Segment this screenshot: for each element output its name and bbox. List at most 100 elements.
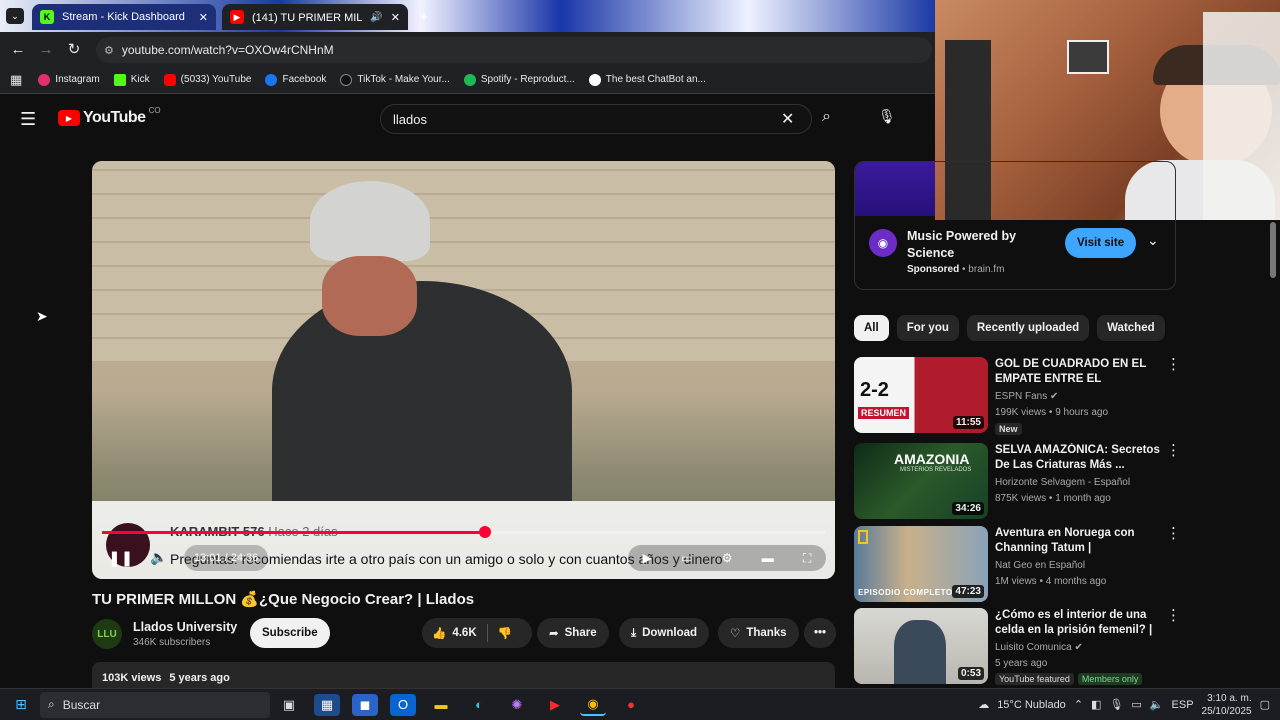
pause-icon[interactable]: ❚❚ xyxy=(108,549,133,567)
search-placeholder: Buscar xyxy=(62,697,101,712)
like-count[interactable]: 4.6K xyxy=(452,627,476,639)
chevron-down-icon[interactable]: ⌄ xyxy=(1147,232,1159,249)
network-icon[interactable]: ▭ xyxy=(1131,698,1141,711)
tray-app-icon[interactable]: ◧ xyxy=(1091,698,1101,711)
tab-close-icon[interactable]: ✕ xyxy=(199,11,208,24)
windows-start-icon[interactable]: ⊞ xyxy=(8,694,34,716)
new-tab-button[interactable]: + xyxy=(414,7,434,27)
ad-card[interactable]: ◉ Music Powered by Science Sponsored • b… xyxy=(854,161,1176,290)
notification-icon[interactable]: ▢ xyxy=(1260,698,1270,711)
bookmark-facebook[interactable]: Facebook xyxy=(265,73,326,86)
video-player[interactable]: KARAMBIT 576 Hace 2 días Preguntas: reco… xyxy=(92,161,835,579)
more-vert-icon[interactable]: ⋮ xyxy=(1166,526,1181,541)
tab-close-icon[interactable]: ✕ xyxy=(391,11,400,24)
video-title: TU PRIMER MILLON 💰¿Que Negocio Crear? | … xyxy=(92,591,475,608)
bookmark-spotify[interactable]: Spotify - Reproduct... xyxy=(463,73,575,86)
dislike-icon[interactable]: 👎 xyxy=(498,626,512,640)
hamburger-menu-icon[interactable]: ☰ xyxy=(20,110,36,128)
chip-all[interactable]: All xyxy=(854,315,889,341)
video-thumbnail[interactable]: 2-2 RESUMEN 11:55 xyxy=(854,357,988,433)
teams-icon[interactable]: ▦ xyxy=(314,693,340,716)
recommendation-title: ¿Cómo es el interior de una celda en la … xyxy=(995,609,1153,636)
volume-icon[interactable]: 🔈 xyxy=(1150,698,1164,711)
copilot-icon[interactable]: ✺ xyxy=(504,694,530,716)
store-icon[interactable]: ◼ xyxy=(352,693,378,716)
volume-icon[interactable]: 🔈 xyxy=(150,549,167,566)
instagram-icon xyxy=(38,73,51,86)
bookmark-label: Kick xyxy=(130,74,150,85)
reload-button[interactable]: ↻ xyxy=(60,35,88,63)
subscribe-button[interactable]: Subscribe xyxy=(250,618,330,648)
duration-badge: 11:55 xyxy=(952,416,984,429)
weather-icon[interactable]: ☁ xyxy=(978,698,989,711)
obs-icon[interactable]: ● xyxy=(618,694,644,716)
chip-for-you[interactable]: For you xyxy=(896,315,959,341)
speaker-icon[interactable]: 🔊 xyxy=(370,12,382,23)
forward-button[interactable]: → xyxy=(32,35,60,63)
chip-recently-uploaded[interactable]: Recently uploaded xyxy=(966,315,1090,341)
search-icon[interactable]: ⌕ xyxy=(822,108,831,126)
outlook-icon[interactable]: O xyxy=(390,693,416,716)
captions-icon[interactable]: ▭ xyxy=(681,551,692,565)
bookmark-chatbot[interactable]: The best ChatBot an... xyxy=(588,73,706,86)
back-button[interactable]: ← xyxy=(4,35,32,63)
settings-icon[interactable]: ⚙ xyxy=(722,551,733,565)
bookmark-tiktok[interactable]: TikTok - Make Your... xyxy=(340,73,450,86)
bookmark-youtube[interactable]: (5033) YouTube xyxy=(163,73,251,86)
file-explorer-icon[interactable]: ▬ xyxy=(428,694,454,716)
recommendation-item[interactable]: AMAZONIA MISTERIOS REVELADOS 34:26 SELVA… xyxy=(854,443,1184,521)
like-icon[interactable]: 👍 xyxy=(432,626,446,640)
recommendation-item[interactable]: EPISODIO COMPLETO 47:23 Aventura en Noru… xyxy=(854,526,1184,604)
video-progress-bar[interactable] xyxy=(102,526,825,538)
more-actions-button[interactable]: ••• xyxy=(804,618,836,648)
taskbar-search[interactable]: ⌕ Buscar xyxy=(40,691,270,718)
microphone-icon[interactable]: 🎙 xyxy=(1109,698,1123,711)
tab-search-button[interactable]: ⌄ xyxy=(6,8,24,24)
fullscreen-icon[interactable]: ⛶ xyxy=(803,551,811,566)
thumbnail-text: 2-2 xyxy=(860,379,889,401)
video-thumbnail[interactable]: EPISODIO COMPLETO 47:23 xyxy=(854,526,988,602)
language-indicator[interactable]: ESP xyxy=(1172,699,1194,711)
theater-mode-icon[interactable]: ▬ xyxy=(762,551,774,565)
video-thumbnail[interactable]: AMAZONIA MISTERIOS REVELADOS 34:26 xyxy=(854,443,988,519)
more-vert-icon[interactable]: ⋮ xyxy=(1166,357,1181,372)
microphone-icon[interactable]: 🎙 xyxy=(878,108,896,125)
thumbnail-subtext: EPISODIO COMPLETO xyxy=(858,588,953,597)
more-vert-icon[interactable]: ⋮ xyxy=(1166,608,1181,623)
page-scrollbar[interactable] xyxy=(1270,222,1276,278)
video-thumbnail[interactable]: 0:53 xyxy=(854,608,988,684)
upload-age: 5 years ago xyxy=(169,672,230,684)
clock[interactable]: 3:10 a. m. 25/10/2025 xyxy=(1202,692,1252,718)
channel-avatar[interactable]: LLU xyxy=(92,619,122,649)
tab-kick-dashboard[interactable]: K Stream - Kick Dashboard ✕ xyxy=(32,4,216,30)
chevron-up-icon[interactable]: ⌃ xyxy=(1074,698,1083,711)
chip-watched[interactable]: Watched xyxy=(1097,315,1165,341)
visit-site-button[interactable]: Visit site xyxy=(1065,228,1137,258)
apps-grid-icon[interactable]: ▦ xyxy=(10,72,22,88)
youtube-logo[interactable]: ▶ YouTube CO xyxy=(58,106,161,127)
channel-name[interactable]: Llados University xyxy=(133,620,237,634)
search-input[interactable]: llados xyxy=(393,112,781,127)
bookmark-instagram[interactable]: Instagram xyxy=(38,73,100,86)
autoplay-icon[interactable]: ▶ xyxy=(643,551,652,565)
description-box[interactable]: 103K views 5 years ago xyxy=(92,662,835,688)
recommendation-item[interactable]: 0:53 ¿Cómo es el interior de una celda e… xyxy=(854,608,1184,686)
more-dots-icon: ••• xyxy=(813,627,827,639)
site-info-icon[interactable]: ⚙ xyxy=(104,44,114,57)
recommendation-item[interactable]: 2-2 RESUMEN 11:55 GOL DE CUADRADO EN EL … xyxy=(854,357,1184,435)
search-bar[interactable]: llados ✕ xyxy=(380,104,812,134)
tab-youtube-video[interactable]: ▶ (141) TU PRIMER MILLON 💰 🔊 ✕ xyxy=(222,4,408,30)
youtube-app-icon[interactable]: ▶ xyxy=(542,694,568,716)
more-vert-icon[interactable]: ⋮ xyxy=(1166,443,1181,458)
bookmark-kick[interactable]: Kick xyxy=(113,73,150,86)
bookmark-label: TikTok - Make Your... xyxy=(357,74,450,85)
thanks-button[interactable]: ♡ Thanks xyxy=(718,618,799,648)
download-button[interactable]: ⤓ Download xyxy=(619,618,710,648)
clear-search-icon[interactable]: ✕ xyxy=(781,109,811,129)
weather-text[interactable]: 15°C Nublado xyxy=(997,699,1066,711)
share-button[interactable]: ➦ Share xyxy=(537,618,609,648)
task-view-icon[interactable]: ▣ xyxy=(276,694,302,716)
chrome-icon[interactable]: ◉ xyxy=(580,694,606,716)
edge-icon[interactable]: ◐ xyxy=(466,694,492,716)
address-bar[interactable]: ⚙ youtube.com/watch?v=OXOw4rCNHnM xyxy=(96,37,932,63)
